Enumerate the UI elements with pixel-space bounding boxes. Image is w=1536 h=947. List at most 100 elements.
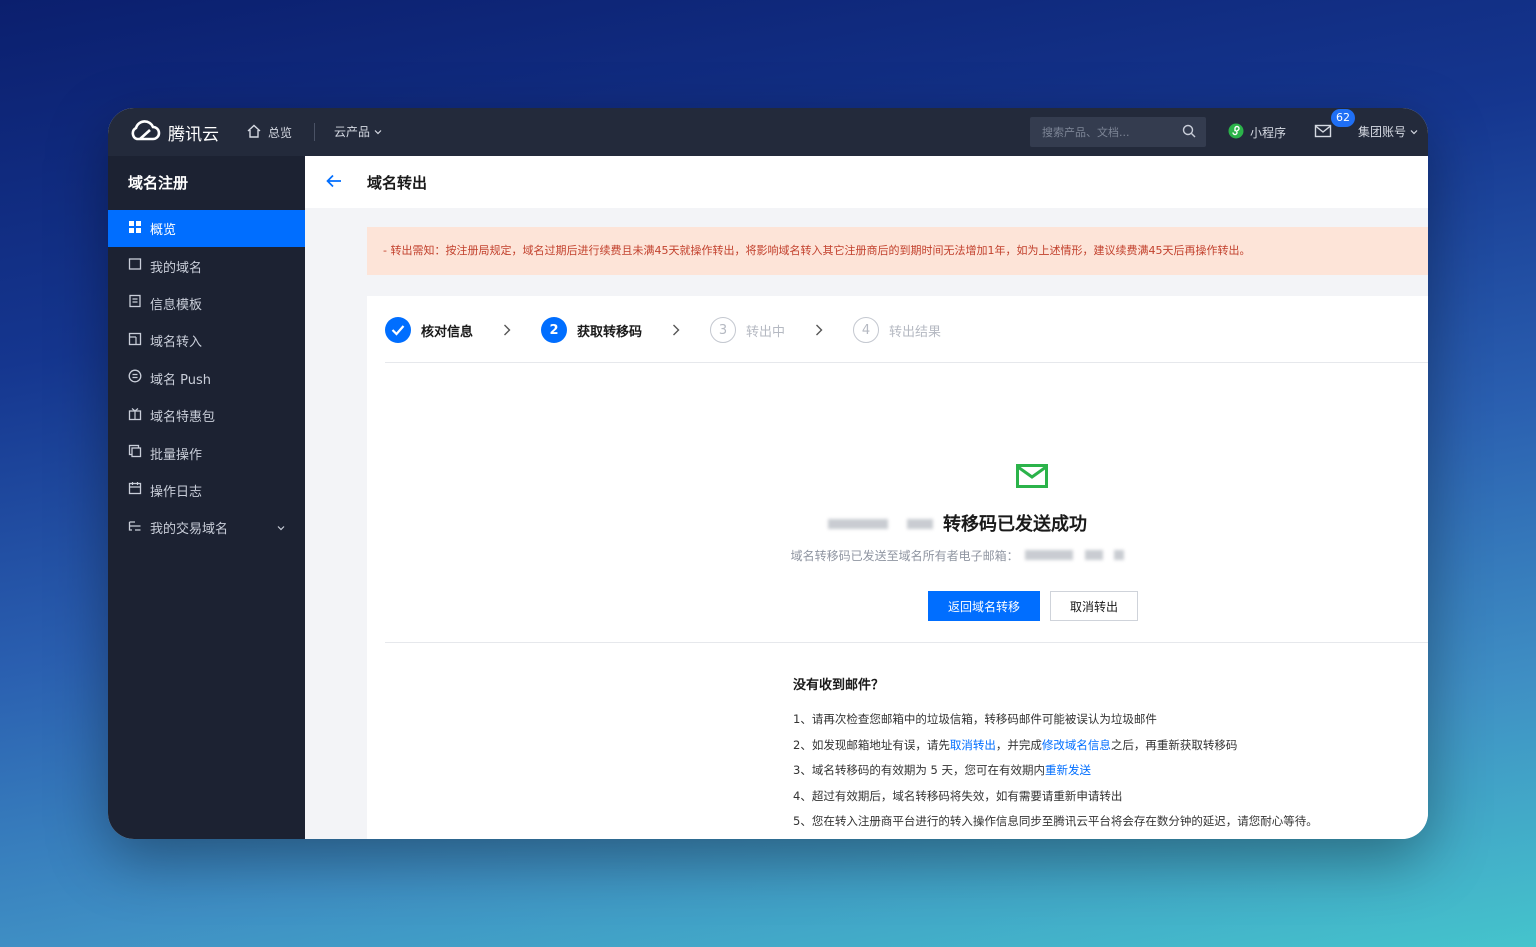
stepper: 核对信息 2 获取转移码 3 转出中 4 转出结果 [385,314,941,346]
success-title-row: 转移码已发送成功 [367,510,1428,536]
transfer-in-icon [128,332,142,350]
step-label: 转出中 [746,324,786,340]
nav-products-dropdown[interactable]: 云产品 [334,123,382,140]
back-to-transfer-button[interactable]: 返回域名转移 [928,591,1040,621]
sidebar-item-label: 概览 [150,223,177,239]
mini-program-icon [1228,123,1244,142]
sidebar-item-logs[interactable]: 操作日志 [108,472,305,509]
mail-icon [1314,124,1332,142]
sidebar-item-label: 批量操作 [150,447,203,463]
cloud-logo-icon [128,119,162,146]
copy-icon [128,444,142,462]
success-desc: 域名转移码已发送至域名所有者电子邮箱： [790,549,1019,563]
search-icon[interactable] [1182,124,1196,141]
back-button[interactable] [323,171,345,193]
square-icon [128,257,142,275]
chevron-down-icon [374,125,382,139]
sidebar-item-overview[interactable]: 概览 [108,210,305,248]
sidebar-item-label: 信息模板 [150,297,203,313]
step-2: 2 获取转移码 [541,317,642,343]
sidebar-item-batch[interactable]: 批量操作 [108,434,305,471]
help-text: 3、域名转移码的有效期为 5 天，您可在有效期内 [793,763,1045,777]
success-desc-row: 域名转移码已发送至域名所有者电子邮箱： [367,547,1428,564]
step-number: 2 [541,317,568,343]
step-3: 3 转出中 [710,317,785,343]
redacted-domain [827,514,934,533]
mini-program-label: 小程序 [1250,126,1287,140]
trade-icon [128,519,142,537]
sidebar-item-trade-domains[interactable]: 我的交易域名 [108,509,305,546]
cancel-transfer-button[interactable]: 取消转出 [1050,591,1138,621]
gift-icon [128,407,142,425]
sidebar-item-label: 域名 Push [150,372,211,388]
help-section: 没有收到邮件？ 1、请再次检查您邮箱中的垃圾信箱，转移码邮件可能被误认为垃圾邮件… [793,674,1318,835]
chevron-down-icon [1410,125,1418,139]
success-title: 转移码已发送成功 [943,514,1088,535]
sidebar-item-label: 我的域名 [150,260,203,276]
search-box [1030,117,1206,147]
home-icon [246,123,262,142]
nav-home[interactable]: 总览 [246,123,292,142]
help-text: 2、如发现邮箱地址有误，请先 [793,737,950,752]
chevron-down-icon [277,521,285,536]
page-header: 域名转出 [305,156,1428,208]
sidebar-title: 域名注册 [128,174,189,192]
redacted-email [1024,549,1125,563]
sidebar-item-deals[interactable]: 域名特惠包 [108,397,305,434]
help-line-5: 5、您在转入注册商平台进行的转入操作信息同步至腾讯云平台将会存在数分钟的延迟，请… [793,814,1318,828]
step-label: 获取转移码 [577,324,643,340]
calendar-icon [128,481,142,499]
step-1: 核对信息 [385,317,473,343]
sidebar-item-label: 我的交易域名 [150,522,229,538]
mail-button[interactable] [1314,123,1332,142]
brand-name: 腾讯云 [168,125,219,145]
mini-program-link[interactable]: 小程序 [1228,123,1286,142]
help-title: 没有收到邮件？ [793,678,885,693]
sidebar-item-label: 域名特惠包 [150,410,216,426]
help-line-2: 2、如发现邮箱地址有误，请先取消转出，并完成修改域名信息之后，再重新获取转移码 [793,733,1318,759]
sidebar-item-transfer-in[interactable]: 域名转入 [108,322,305,359]
step-4: 4 转出结果 [853,317,941,343]
sidebar-item-push[interactable]: 域名 Push [108,360,305,397]
step-number: 4 [853,317,880,343]
action-buttons: 返回域名转移 取消转出 [928,591,1138,621]
cancel-transfer-link[interactable]: 取消转出 [950,738,996,752]
top-bar: 腾讯云 总览 云产品 小程序 [108,108,1428,156]
divider [385,642,1428,643]
step-number: 3 [710,317,737,343]
sidebar-item-label: 操作日志 [150,484,203,500]
divider [385,362,1428,363]
chevron-right-icon [503,324,511,336]
chevron-right-icon [672,324,680,336]
transfer-card: 核对信息 2 获取转移码 3 转出中 4 转出结果 转移码已发送成功 域名转移码… [367,296,1428,839]
sidebar-item-my-domains[interactable]: 我的域名 [108,247,305,284]
sidebar: 域名注册 概览 我的域名 信息模板 域名转入 域名 Push 域名特惠包 批量操… [108,156,305,839]
account-label: 集团账号 [1358,125,1407,139]
main-content: 域名转出 - 转出需知：按注册局规定，域名过期后进行续费且未满45天就操作转出，… [305,156,1428,839]
sidebar-item-label: 域名转入 [150,335,203,351]
chevron-right-icon [815,324,823,336]
step-label: 转出结果 [889,324,942,340]
nav-home-label: 总览 [268,126,293,140]
grid-icon [128,220,142,238]
help-line-4: 4、超过有效期后，域名转移码将失效，如有需要请重新申请转出 [793,788,1123,803]
edit-domain-info-link[interactable]: 修改域名信息 [1042,738,1111,752]
resend-link[interactable]: 重新发送 [1045,763,1091,777]
help-text: ，并完成 [995,737,1042,752]
search-input[interactable] [1040,124,1174,140]
app-window: 腾讯云 总览 云产品 小程序 [108,108,1428,839]
arrow-left-icon [326,173,342,192]
help-text: 之后，再重新获取转移码 [1110,737,1238,752]
sidebar-item-templates[interactable]: 信息模板 [108,285,305,322]
account-dropdown[interactable]: 集团账号 [1358,123,1418,140]
document-icon [128,294,142,312]
transfer-notice: - 转出需知：按注册局规定，域名过期后进行续费且未满45天就操作转出，将影响域名… [367,227,1428,275]
page-title: 域名转出 [367,173,428,192]
mail-count-badge: 62 [1331,109,1355,127]
nav-divider [314,123,315,141]
step-label: 核对信息 [421,324,474,340]
nav-products-label: 云产品 [334,125,371,139]
envelope-success-icon [1016,464,1048,492]
brand-logo[interactable]: 腾讯云 [128,119,219,146]
push-icon [128,369,142,387]
